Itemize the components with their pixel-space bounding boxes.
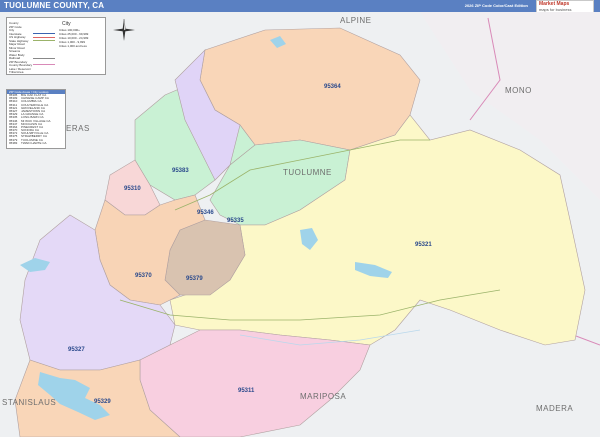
zip-label-95327: 95327 bbox=[68, 347, 85, 353]
zip-label-95329: 95329 bbox=[94, 399, 111, 405]
zip-label-95321: 95321 bbox=[415, 242, 432, 248]
region-label-mariposa: MARIPOSA bbox=[300, 392, 347, 401]
zip-label-95364: 95364 bbox=[324, 84, 341, 90]
zip-label-95346: 95346 bbox=[197, 210, 214, 216]
zip-index-row: 95383 TWAIN HARTE CA bbox=[7, 140, 65, 145]
zip-index-state: CA bbox=[44, 96, 49, 101]
legend-city-size-row: Cities 1,000 and less bbox=[59, 44, 87, 48]
map-frame: TUOLUMNE COUNTY, CA 2026 ZIP Code Color/… bbox=[0, 0, 600, 437]
zip-label-95310: 95310 bbox=[124, 186, 141, 192]
legend-us-highway-swatch bbox=[33, 36, 55, 38]
region-label-tuolumne: TUOLUMNE bbox=[283, 168, 332, 177]
zip-index-state: CA bbox=[46, 118, 51, 123]
compass-rose-icon bbox=[113, 18, 135, 41]
map-subtitle: 2026 ZIP Code Color/Cast Edition bbox=[464, 3, 528, 8]
legend-state-highway-swatch bbox=[33, 40, 55, 41]
zip-label-95311: 95311 bbox=[238, 388, 255, 394]
title-bar: TUOLUMNE COUNTY, CA 2026 ZIP Code Color/… bbox=[0, 0, 600, 12]
legend-interstate-swatch bbox=[33, 33, 55, 34]
zip-index-state: CA bbox=[39, 124, 44, 129]
map-legend: County ZIP Code City Interstate US Highw… bbox=[6, 17, 106, 75]
region-label-calaveras: ERAS bbox=[66, 124, 90, 133]
legend-railroad-swatch bbox=[33, 58, 55, 59]
region-label-madera: MADERA bbox=[536, 404, 574, 413]
zip-index-code: 95383 bbox=[9, 140, 18, 145]
zip-index-table: ZIP Code Areas / City Lookup 95305 BIG OA… bbox=[6, 89, 66, 149]
zip-label-95335: 95335 bbox=[227, 218, 244, 224]
map-title: TUOLUMNE COUNTY, CA bbox=[4, 1, 105, 10]
zip-label-95379: 95379 bbox=[186, 276, 203, 282]
zip-label-95370: 95370 bbox=[135, 273, 152, 279]
map-canvas bbox=[0, 12, 600, 437]
zip-label-95383: 95383 bbox=[172, 168, 189, 174]
zip-index-state: CA bbox=[42, 140, 47, 145]
region-label-mono: MONO bbox=[505, 86, 532, 95]
legend-row: Tribal Area bbox=[9, 70, 24, 74]
zip-index-city: TWAIN HARTE bbox=[21, 140, 42, 145]
region-label-alpine: ALPINE bbox=[340, 16, 372, 25]
legend-city-icon: City bbox=[62, 21, 71, 27]
zip-index-state: CA bbox=[42, 134, 48, 139]
region-label-stanislaus: STANISLAUS bbox=[2, 398, 57, 407]
legend-county-boundary-swatch bbox=[33, 64, 55, 65]
